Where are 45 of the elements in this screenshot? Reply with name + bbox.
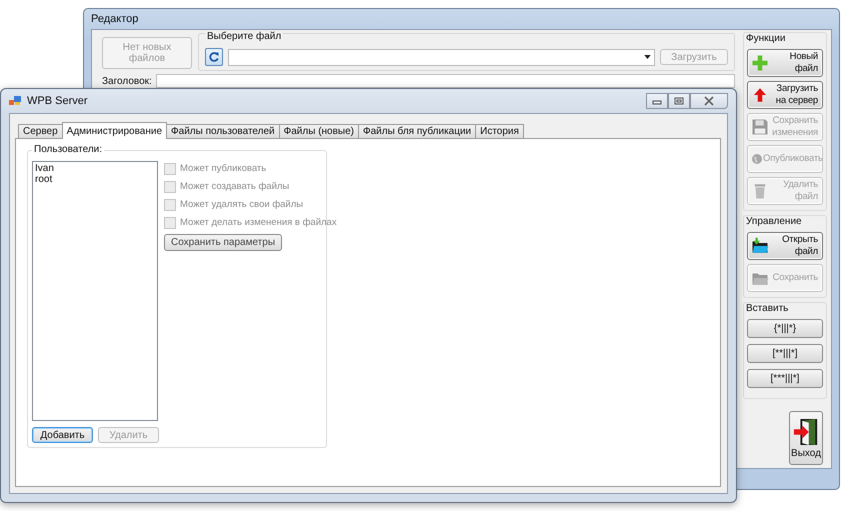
minimize-button[interactable] xyxy=(646,93,668,109)
refresh-icon xyxy=(208,51,220,63)
add-button[interactable]: Добавить xyxy=(32,427,93,443)
tab[interactable]: Файлы (новые) xyxy=(278,124,359,138)
insert-button[interactable]: [***|||*] xyxy=(747,369,823,388)
group-title: Функции xyxy=(746,33,786,44)
caret-icon xyxy=(644,55,651,59)
arrow-up-icon xyxy=(751,86,769,104)
checkbox-label: Может создавать файлы xyxy=(180,181,290,192)
tab[interactable]: Администрирование xyxy=(62,122,168,139)
refresh-button[interactable] xyxy=(205,48,223,66)
group-title: Пользователи: xyxy=(32,144,104,155)
insert-button[interactable]: {*|||*} xyxy=(747,319,823,338)
list-item[interactable]: Ivan xyxy=(35,163,155,174)
file-dropdown[interactable] xyxy=(228,48,655,66)
folder-icon xyxy=(751,237,769,255)
heading-field[interactable] xyxy=(156,74,735,88)
tab[interactable]: Сервер xyxy=(18,124,63,138)
door-icon xyxy=(793,418,819,446)
close-icon xyxy=(704,96,714,106)
group-title: Вставить xyxy=(746,303,788,314)
list-item[interactable]: root xyxy=(35,174,155,185)
maximize-icon xyxy=(674,97,684,105)
exit-button[interactable]: Выход xyxy=(789,411,823,465)
checkbox-label: Может удалять свои файлы xyxy=(180,199,304,210)
management-button[interactable]: Открыть файл xyxy=(747,232,823,260)
window-title: Редактор xyxy=(91,12,140,27)
save-settings-button[interactable]: Сохранить параметры xyxy=(164,234,282,251)
close-button[interactable] xyxy=(690,93,728,109)
function-button[interactable]: Загрузить на сервер xyxy=(747,81,823,109)
window-title: WPB Server xyxy=(27,95,88,107)
plus-icon xyxy=(751,54,769,72)
tab[interactable]: История xyxy=(475,124,524,138)
tab[interactable]: Файлы бля публикации xyxy=(358,124,476,138)
checkbox-label: Может публиковать xyxy=(180,163,266,174)
maximize-button[interactable] xyxy=(668,93,690,109)
tab[interactable]: Файлы пользователей xyxy=(166,124,280,138)
heading-label: Заголовок: xyxy=(102,76,150,86)
checkbox-label: Может делать изменения в файлах xyxy=(180,217,337,228)
group-title: Управление xyxy=(746,216,802,227)
group-title: Выберите файл xyxy=(205,31,284,42)
function-button[interactable]: Новый файл xyxy=(747,49,823,77)
app-icon xyxy=(9,96,21,106)
globe-icon xyxy=(751,153,763,165)
insert-button[interactable]: [**|||*] xyxy=(747,344,823,363)
